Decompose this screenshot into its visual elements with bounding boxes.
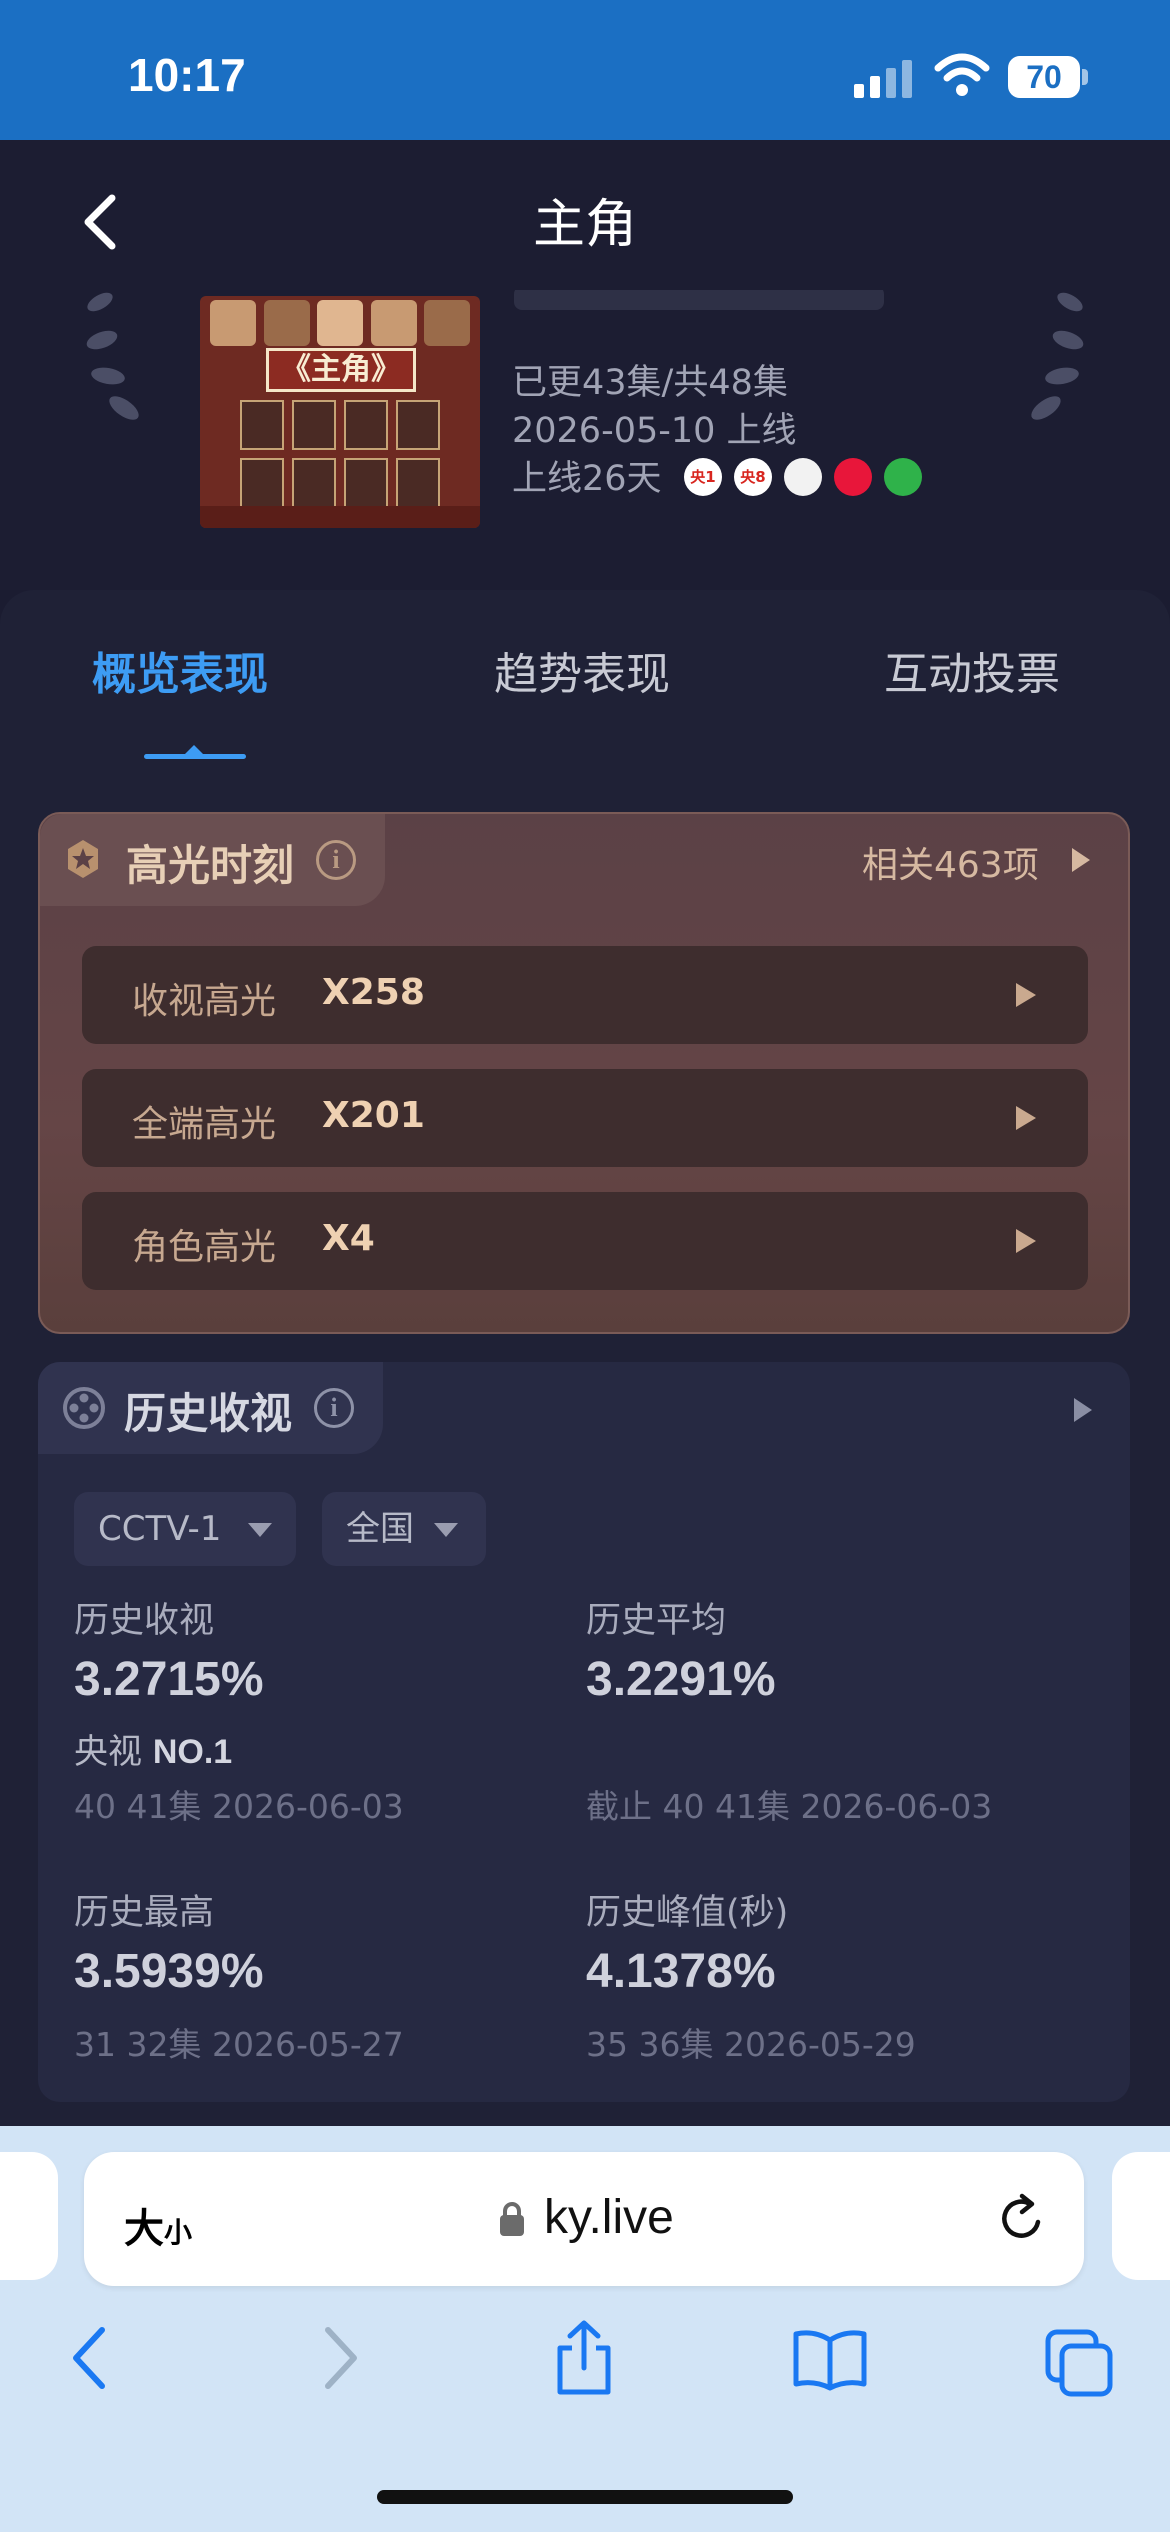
highlight-label: 角色高光 [132,1227,277,1268]
address-bar[interactable]: 大小 ky.live [84,2152,1084,2286]
history-ratings-card: 历史收视 i CCTV-1 全国 历史收视 3.2715% 央视 NO.1 40… [38,1362,1130,2102]
film-reel-icon [63,1387,105,1429]
stat-label: 历史平均 [586,1601,727,1641]
wifi-icon [934,53,990,96]
browser-forward-icon[interactable] [318,2326,362,2390]
platform-icon: 央1 [684,458,722,496]
lock-icon [500,2202,524,2236]
stat-subtext: 40 41集 2026-06-03 [74,1787,404,1826]
stat-label: 历史最高 [74,1893,215,1933]
stat-label: 历史峰值(秒) [586,1893,789,1933]
highlight-row-rating[interactable]: 收视高光 X258 [82,946,1088,1044]
premiere-date: 2026-05-10 上线 [512,411,797,451]
stat-value: 4.1378% [586,1945,776,1998]
drama-info: 《主角》 已更43集/共48集 2026-05-10 上线 上线26天 央1 央8 [0,290,1170,590]
highlight-value: X4 [322,1218,375,1259]
caret-down-icon [248,1523,272,1537]
info-icon[interactable]: i [314,1388,354,1428]
highlight-label: 全端高光 [132,1104,277,1145]
tab-trend[interactable]: 趋势表现 [494,638,670,702]
region-select[interactable]: 全国 [322,1492,486,1566]
laurel-right-icon [1031,292,1084,420]
caret-down-icon [434,1523,458,1537]
stat-value: 3.5939% [74,1945,264,1998]
next-tab-preview[interactable] [1112,2152,1170,2280]
text-size-button[interactable]: 大小 [124,2196,192,2254]
drama-poster[interactable]: 《主角》 [200,296,480,528]
share-icon[interactable] [552,2320,616,2396]
days-online: 上线26天 [512,459,662,499]
history-title: 历史收视 [124,1389,293,1438]
highlights-header: 高光时刻 i [40,814,385,906]
stat-subtext: 截止 40 41集 2026-06-03 [586,1787,993,1826]
stat-subtext: 35 36集 2026-05-29 [586,2025,916,2064]
tab-vote[interactable]: 互动投票 [884,638,1060,702]
channel-select-value: CCTV-1 [98,1509,222,1549]
text-size-small: 小 [164,2216,193,2249]
highlights-card: 高光时刻 i 相关463项 收视高光 X258 全端高光 X201 角色高光 X… [38,812,1130,1334]
stat-value: 3.2291% [586,1653,776,1706]
poster-cast-grid [240,400,440,508]
laurel-left-icon [86,292,139,420]
play-arrow-icon [1016,1229,1036,1253]
tab-overview[interactable]: 概览表现 [92,638,268,702]
tag-bar [514,290,884,310]
browser-back-icon[interactable] [68,2326,112,2390]
cellular-signal-icon [854,60,912,98]
rank-prefix: 央视 [74,1732,142,1772]
region-select-value: 全国 [346,1509,414,1549]
rank-text: 央视 NO.1 [74,1724,232,1773]
platform-icon [884,458,922,496]
highlight-value: X201 [322,1095,425,1136]
play-arrow-icon[interactable] [1074,1398,1092,1422]
history-header: 历史收视 i [38,1362,383,1454]
stat-subtext: 31 32集 2026-05-27 [74,2025,404,2064]
play-arrow-icon [1016,1106,1036,1130]
poster-title: 《主角》 [266,348,416,392]
stat-value: 3.2715% [74,1653,264,1706]
battery-icon: 70 [1008,56,1088,98]
main-panel: 概览表现 趋势表现 互动投票 高光时刻 i 相关463项 收视高光 X258 全… [0,590,1170,2135]
highlight-row-all-platform[interactable]: 全端高光 X201 [82,1069,1088,1167]
battery-level: 70 [1026,59,1062,95]
platform-icon [784,458,822,496]
stat-label: 历史收视 [74,1601,215,1641]
tab-caret [185,745,203,754]
page-title: 主角 [532,195,637,255]
tabs-icon[interactable] [1044,2328,1114,2398]
status-bar: 10:17 70 [0,0,1170,140]
highlight-value: X258 [322,972,425,1013]
play-arrow-icon[interactable] [1072,848,1090,872]
tab-underline [144,754,246,759]
episode-count: 已更43集/共48集 [512,363,788,403]
related-count-link[interactable]: 相关463项 [862,836,1039,888]
highlight-row-character[interactable]: 角色高光 X4 [82,1192,1088,1290]
rank-value: NO.1 [152,1733,233,1771]
app-header: 主角 [0,140,1170,290]
poster-cast-row [210,300,470,346]
info-icon[interactable]: i [316,840,356,880]
bookmarks-icon[interactable] [792,2328,868,2392]
status-time: 10:17 [128,49,246,101]
url-text: ky.live [544,2191,674,2244]
highlight-label: 收视高光 [132,981,277,1022]
previous-tab-preview[interactable] [0,2152,58,2280]
play-arrow-icon [1016,983,1036,1007]
home-indicator [377,2490,793,2504]
highlights-title: 高光时刻 [126,841,295,890]
platform-icon: 央8 [734,458,772,496]
star-badge-icon [68,840,98,878]
reload-icon[interactable] [994,2192,1048,2246]
channel-select[interactable]: CCTV-1 [74,1492,296,1566]
platform-icon [834,458,872,496]
text-size-large: 大 [124,2206,164,2252]
